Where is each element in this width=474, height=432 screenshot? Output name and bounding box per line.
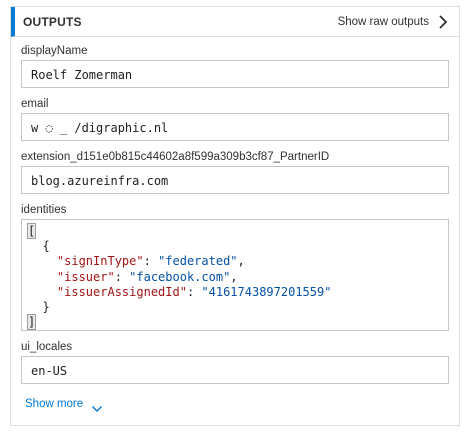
outputs-title: OUTPUTS (23, 14, 82, 29)
show-raw-outputs-label: Show raw outputs (337, 15, 429, 28)
identities-label: identities (21, 204, 67, 216)
show-more-button[interactable]: Show more (25, 398, 449, 412)
json-key: "issuerAssignedId" (56, 284, 187, 299)
json-string: "facebook.com" (129, 269, 231, 284)
show-more-label: Show more (25, 398, 84, 410)
json-open-bracket: [ (26, 223, 37, 239)
json-string: "4161743897201559" (201, 284, 332, 299)
show-raw-outputs-button[interactable]: Show raw outputs (338, 14, 449, 30)
json-string: "federated" (158, 254, 238, 269)
chevron-down-icon (91, 400, 103, 412)
ui-locales-label: ui_locales (21, 341, 73, 353)
displayname-value: Roelf Zomerman (21, 60, 449, 88)
json-close-bracket: ] (26, 314, 37, 330)
outputs-panel: OUTPUTS Show raw outputs displayName Roe… (10, 6, 460, 426)
json-key: "signInType" (56, 254, 144, 269)
displayname-label: displayName (21, 45, 88, 57)
email-value: w ◌ ̲ /digraphic.nl (21, 113, 449, 141)
json-key: "issuer" (56, 269, 115, 284)
outputs-header: OUTPUTS Show raw outputs (11, 7, 459, 37)
extension-partnerid-label: extension_d151e0b815c44602a8f599a309b3cf… (21, 151, 330, 163)
json-open-brace: { (42, 239, 50, 254)
identities-json: [ { "signInType": "federated", "issuer":… (21, 219, 449, 331)
chevron-right-icon (437, 14, 449, 30)
extension-partnerid-value: blog.azureinfra.com (21, 166, 449, 194)
ui-locales-value: en-US (21, 356, 449, 384)
json-close-brace: } (42, 300, 50, 315)
outputs-body: displayName Roelf Zomerman email w ◌ ̲ /… (11, 37, 459, 412)
email-label: email (21, 98, 49, 110)
